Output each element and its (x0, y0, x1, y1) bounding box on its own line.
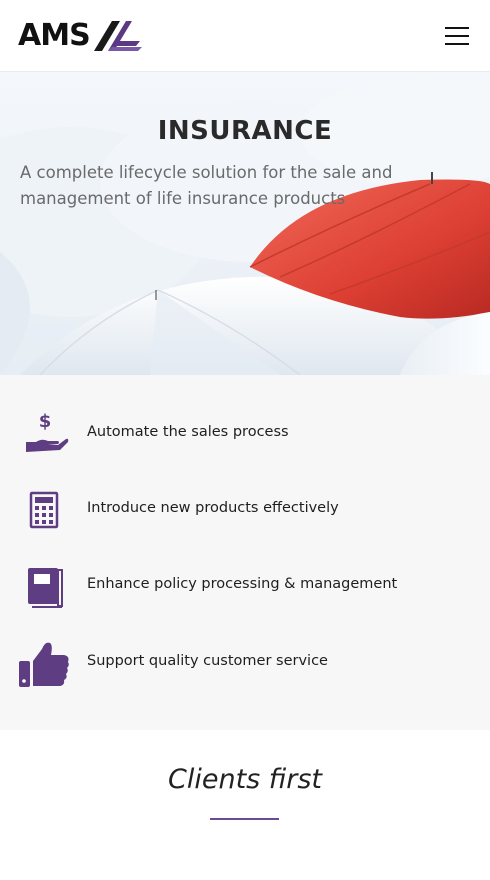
ams-logo[interactable]: AMS (18, 16, 144, 56)
svg-text:$: $ (39, 411, 52, 432)
site-header: AMS (0, 0, 490, 72)
features-section: $ Automate the sales process Introduce n… (0, 375, 490, 730)
feature-label: Support quality customer service (87, 653, 328, 669)
hand-dollar-icon: $ (26, 411, 69, 452)
feature-label: Enhance policy processing & management (87, 576, 398, 592)
feature-item-service: Support quality customer service (0, 633, 490, 693)
feature-label: Introduce new products effectively (87, 500, 339, 516)
hamburger-menu-icon[interactable] (440, 22, 474, 50)
hero-title: INSURANCE (157, 116, 333, 146)
clients-section: Clients first (0, 730, 490, 880)
thumbs-up-icon (19, 642, 69, 687)
calculator-icon (29, 491, 59, 529)
feature-item-sales: $ Automate the sales process (0, 404, 490, 464)
logo-stripes-icon (93, 21, 142, 51)
clients-title: Clients first (167, 764, 322, 795)
feature-label: Automate the sales process (87, 424, 289, 440)
feature-item-policy: Enhance policy processing & management (0, 556, 490, 616)
logo-text: AMS (18, 18, 91, 53)
book-icon (28, 568, 63, 608)
hero-banner: INSURANCE A complete lifecycle solution … (0, 72, 490, 375)
section-divider (210, 818, 279, 820)
hero-subtitle: A complete lifecycle solution for the sa… (20, 163, 393, 208)
feature-item-products: Introduce new products effectively (0, 480, 490, 540)
